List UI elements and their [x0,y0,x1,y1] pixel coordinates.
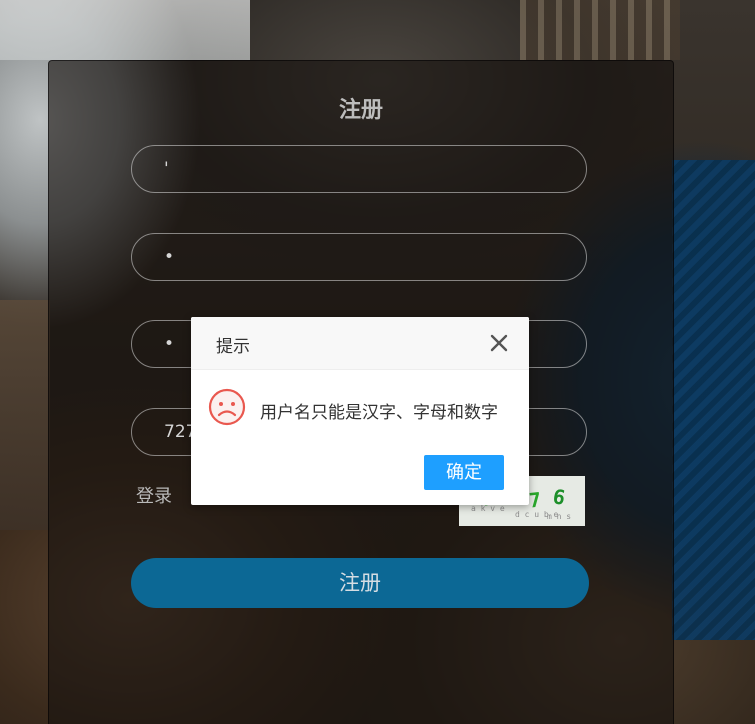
captcha-char: 7 [527,487,543,513]
username-input[interactable]: ' [131,145,587,193]
page-title: 注册 [338,98,383,123]
alert-dialog: 提示 用户名只能是汉字、字母和数字 确定 [191,317,529,505]
page-background: 注册 ' • • 727 7 2 7 6 x g r a k v e d c u… [0,0,755,724]
captcha-char: 6 [551,484,568,510]
captcha-noise: a k v e [471,504,505,513]
dialog-title: 提示 [216,337,250,357]
background-blanket [672,160,755,640]
password-input[interactable]: • [131,233,587,281]
captcha-noise: m n s [547,512,572,521]
close-icon[interactable] [488,332,510,354]
dialog-header: 提示 [191,317,529,370]
register-button[interactable]: 注册 [131,558,589,608]
sad-face-icon [208,388,246,426]
confirm-button[interactable]: 确定 [424,455,504,490]
login-link[interactable]: 登录 [136,482,172,508]
background-window [0,0,250,60]
dialog-message: 用户名只能是汉字、字母和数字 [260,403,498,423]
background-crib [520,0,680,60]
background-shelf [0,300,50,530]
